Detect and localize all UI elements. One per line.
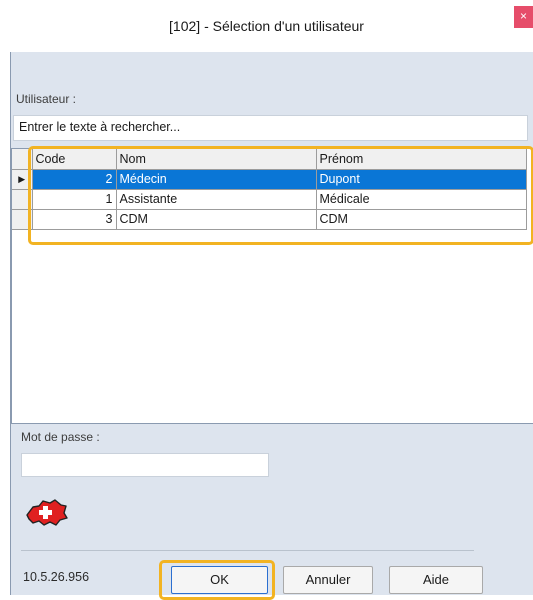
dialog-body: Utilisateur : Entrer le texte à recherch… [10,52,533,600]
table-row[interactable]: 1 Assistante Médicale [12,189,527,210]
row-indicator [12,209,33,230]
grid-header-row: Code Nom Prénom [12,149,527,170]
cell-code[interactable]: 2 [32,169,117,190]
row-indicator [12,189,33,210]
cell-code[interactable]: 1 [32,189,117,210]
user-selection-dialog: [102] - Sélection d'un utilisateur × Uti… [0,0,533,600]
row-indicator-header [12,149,33,170]
title-bar: [102] - Sélection d'un utilisateur × [0,0,533,52]
column-header-prenom[interactable]: Prénom [316,149,527,170]
password-label: Mot de passe : [21,430,100,444]
cell-prenom[interactable]: CDM [316,209,527,230]
column-header-code[interactable]: Code [32,149,117,170]
column-header-nom[interactable]: Nom [116,149,317,170]
cancel-button[interactable]: Annuler [283,566,373,594]
ok-button[interactable]: OK [171,566,268,594]
footer-divider [21,550,474,551]
version-label: 10.5.26.956 [23,570,90,584]
table-row[interactable]: 3 CDM CDM [12,209,527,230]
close-icon: × [519,9,527,23]
search-input[interactable]: Entrer le texte à rechercher... [13,115,528,141]
close-button[interactable]: × [514,6,533,28]
window-title: [102] - Sélection d'un utilisateur [169,18,364,34]
table-row[interactable]: ▶ 2 Médecin Dupont [12,169,527,190]
password-field[interactable] [21,453,269,477]
cell-code[interactable]: 3 [32,209,117,230]
cell-prenom[interactable]: Médicale [316,189,527,210]
swiss-map-flag-icon [26,499,68,526]
cell-prenom[interactable]: Dupont [316,169,527,190]
user-grid: Code Nom Prénom ▶ 2 Médecin Dupont 1 Ass… [11,148,533,424]
cell-nom[interactable]: Assistante [116,189,317,210]
current-row-indicator-icon: ▶ [12,169,33,190]
cell-nom[interactable]: Médecin [116,169,317,190]
user-label: Utilisateur : [16,92,77,106]
help-button[interactable]: Aide [389,566,483,594]
cell-nom[interactable]: CDM [116,209,317,230]
